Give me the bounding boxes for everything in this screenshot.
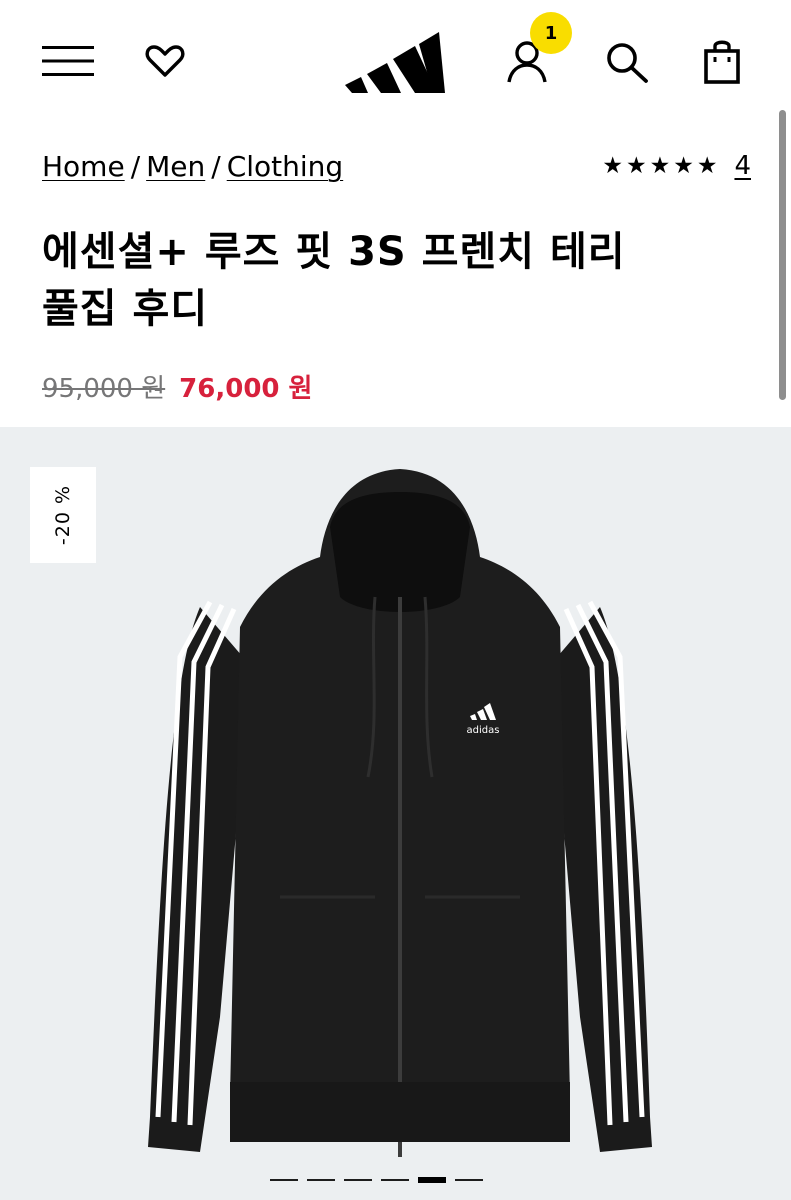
product-title-line2: 풀집 후디 bbox=[42, 286, 209, 332]
top-navigation: 1 bbox=[0, 0, 791, 125]
gallery-dot[interactable] bbox=[455, 1179, 483, 1181]
product-image-gallery[interactable]: -20 % adidas bbox=[0, 427, 791, 1200]
search-icon[interactable] bbox=[604, 40, 650, 84]
sale-price: 76,000 원 bbox=[179, 373, 313, 404]
adidas-logo[interactable] bbox=[343, 30, 447, 96]
page-scrollbar[interactable] bbox=[779, 110, 786, 400]
price-block: 95,000 원 76,000 원 bbox=[42, 364, 312, 408]
heart-icon[interactable] bbox=[144, 42, 186, 80]
breadcrumb-separator: / bbox=[211, 149, 221, 183]
gallery-dot-active[interactable] bbox=[418, 1177, 446, 1183]
gallery-dot[interactable] bbox=[344, 1179, 372, 1181]
original-price: 95,000 원 bbox=[42, 373, 166, 404]
gallery-dot[interactable] bbox=[381, 1179, 409, 1181]
rating-stars-icon: ★★★★★ bbox=[602, 153, 721, 179]
review-count-link[interactable]: 4 bbox=[734, 151, 751, 181]
product-title: 에센셜+ 루즈 핏 3S 프렌치 테리 풀집 후디 bbox=[42, 224, 742, 338]
discount-badge-label: -20 % bbox=[51, 484, 74, 546]
breadcrumb: Home / Men / Clothing bbox=[42, 148, 343, 184]
svg-text:adidas: adidas bbox=[467, 725, 500, 736]
gallery-dot[interactable] bbox=[307, 1179, 335, 1181]
gallery-dot[interactable] bbox=[270, 1179, 298, 1181]
menu-icon[interactable] bbox=[42, 44, 94, 78]
hoodie-product-image[interactable]: adidas bbox=[130, 457, 670, 1200]
shopping-bag-icon[interactable] bbox=[700, 38, 744, 84]
discount-badge: -20 % bbox=[30, 467, 96, 563]
breadcrumb-men-link[interactable]: Men bbox=[146, 150, 205, 183]
product-title-line1: 에센셜+ 루즈 핏 3S 프렌치 테리 bbox=[42, 229, 626, 275]
product-rating[interactable]: ★★★★★ 4 bbox=[602, 148, 751, 184]
cart-count-badge: 1 bbox=[530, 12, 572, 54]
breadcrumb-clothing-link[interactable]: Clothing bbox=[227, 150, 343, 183]
gallery-pagination[interactable] bbox=[270, 1177, 483, 1183]
breadcrumb-home-link[interactable]: Home bbox=[42, 150, 125, 183]
breadcrumb-separator: / bbox=[130, 149, 141, 183]
